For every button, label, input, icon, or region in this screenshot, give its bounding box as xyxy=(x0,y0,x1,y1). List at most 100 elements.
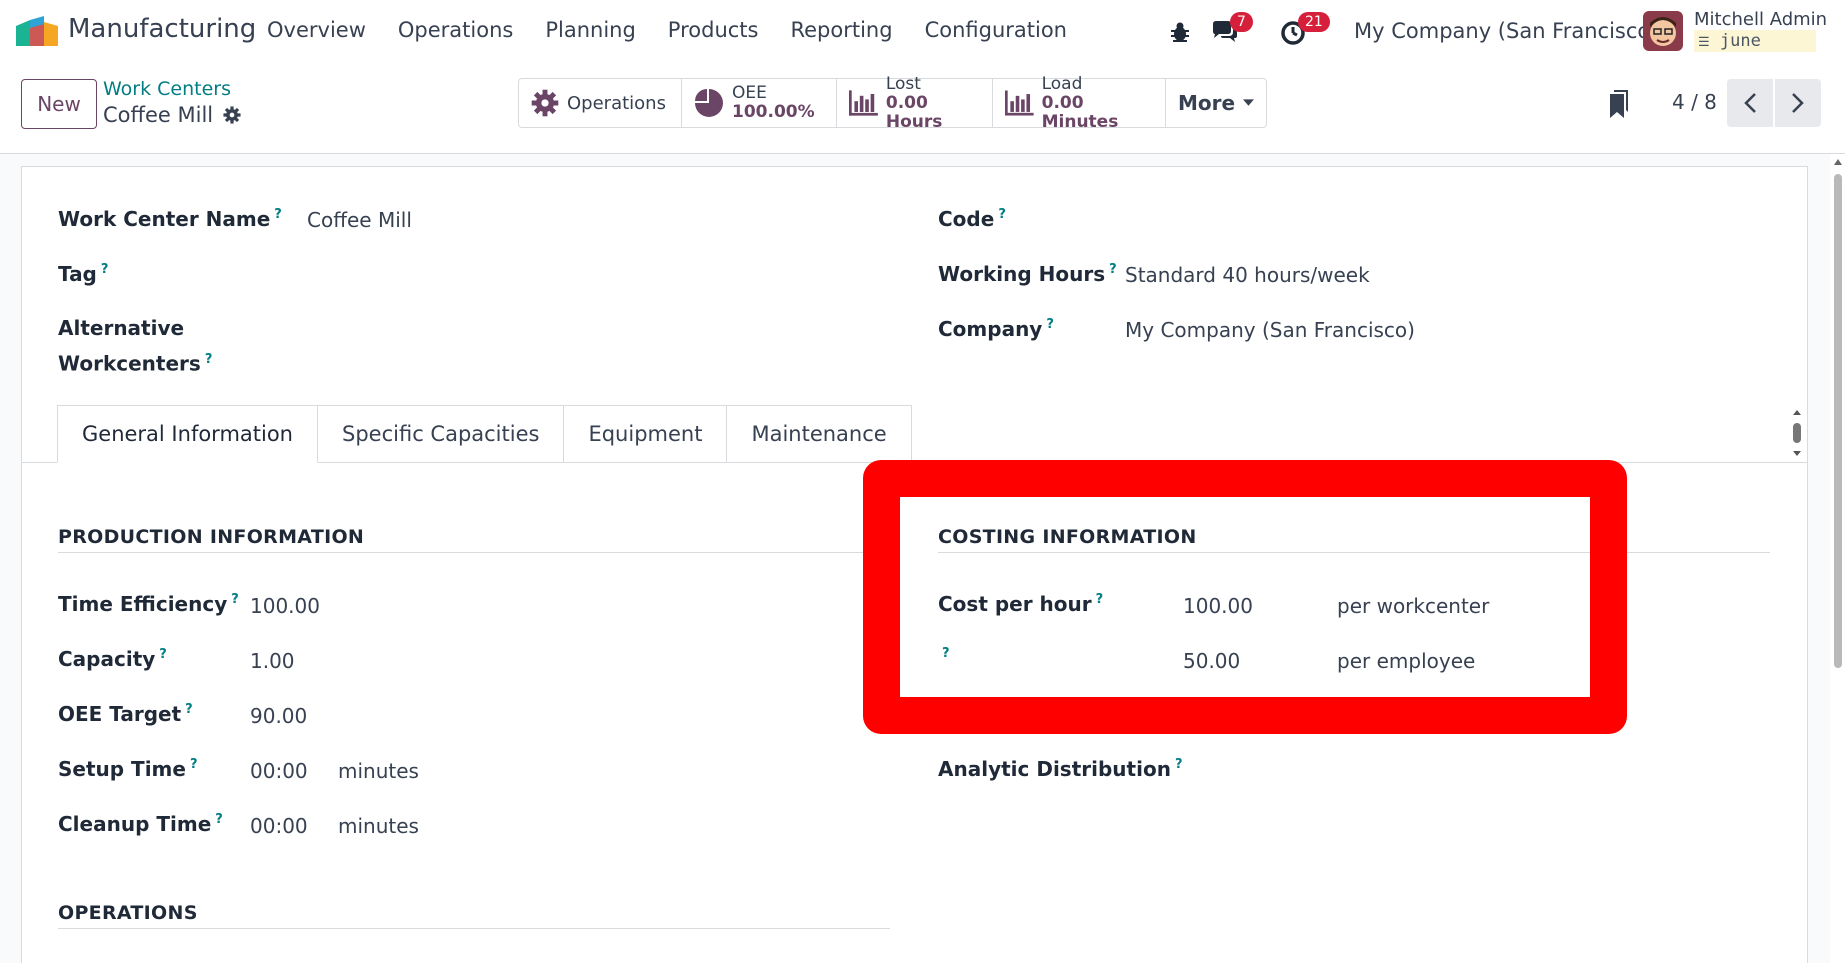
analytic-distribution-label: Analytic Distribution? xyxy=(938,757,1183,781)
help-icon[interactable]: ? xyxy=(159,647,167,662)
employee-cost-label: ? xyxy=(938,646,950,670)
tag-label: Tag? xyxy=(58,262,109,286)
pager-value[interactable]: 4 / 8 xyxy=(1672,90,1717,114)
activities-badge: 21 xyxy=(1298,12,1330,32)
help-icon[interactable]: ? xyxy=(185,702,193,717)
menu-products[interactable]: Products xyxy=(668,18,759,42)
bar-chart-icon xyxy=(1005,90,1034,116)
load-smart-button[interactable]: Load 0.00 Minutes xyxy=(993,74,1166,131)
gear-icon xyxy=(531,89,559,117)
user-avatar[interactable] xyxy=(1643,11,1683,51)
operations-smart-button[interactable]: Operations xyxy=(519,79,682,127)
top-navbar: Manufacturing Overview Operations Planni… xyxy=(0,0,1845,64)
gear-icon[interactable] xyxy=(223,106,241,124)
page-scrollbar[interactable] xyxy=(1830,154,1845,963)
operations-divider xyxy=(58,928,890,929)
messages-badge: 7 xyxy=(1230,12,1253,32)
pie-chart-icon xyxy=(695,89,723,117)
tab-equipment[interactable]: Equipment xyxy=(564,405,728,463)
capacity-label: Capacity? xyxy=(58,647,167,671)
database-icon: ☰ xyxy=(1698,35,1710,50)
user-name[interactable]: Mitchell Admin xyxy=(1694,9,1827,30)
chevron-right-icon xyxy=(1792,93,1804,113)
help-icon[interactable]: ? xyxy=(101,262,109,277)
menu-reporting[interactable]: Reporting xyxy=(790,18,892,42)
app-name[interactable]: Manufacturing xyxy=(68,14,256,44)
scrollbar-thumb[interactable] xyxy=(1834,174,1842,668)
lost-value: 0.00 Hours xyxy=(885,92,943,132)
operations-label: Operations xyxy=(567,92,666,114)
setup-time-label: Setup Time? xyxy=(58,757,198,781)
help-icon[interactable]: ? xyxy=(1175,757,1183,772)
lost-smart-button[interactable]: Lost 0.00 Hours xyxy=(837,74,993,131)
tag-field[interactable] xyxy=(307,258,807,290)
pager-buttons xyxy=(1727,79,1821,127)
bug-icon[interactable] xyxy=(1169,21,1191,43)
help-icon[interactable]: ? xyxy=(998,207,1006,222)
form-tabs: General Information Specific Capacities … xyxy=(57,405,912,463)
oee-target-field[interactable]: 90.00 xyxy=(250,704,307,728)
pager-previous-button[interactable] xyxy=(1727,79,1773,127)
form-sheet xyxy=(21,166,1808,963)
avatar-image xyxy=(1643,11,1683,51)
scroll-arrows-icon xyxy=(1793,410,1801,456)
cost-per-hour-label: Cost per hour? xyxy=(938,592,1104,616)
help-icon[interactable]: ? xyxy=(942,646,950,661)
tab-general-information[interactable]: General Information xyxy=(57,405,318,463)
cleanup-time-field[interactable]: 00:00 xyxy=(250,814,308,838)
setup-time-unit: minutes xyxy=(338,759,419,783)
help-icon[interactable]: ? xyxy=(205,352,213,367)
menu-configuration[interactable]: Configuration xyxy=(925,18,1067,42)
help-icon[interactable]: ? xyxy=(1096,592,1104,607)
tab-maintenance[interactable]: Maintenance xyxy=(727,405,912,463)
menu-overview[interactable]: Overview xyxy=(267,18,366,42)
inner-scrollbar[interactable] xyxy=(1790,408,1804,458)
setup-time-field[interactable]: 00:00 xyxy=(250,759,308,783)
scroll-up-icon xyxy=(1834,159,1842,165)
code-label: Code? xyxy=(938,207,1006,231)
more-dropdown[interactable]: More xyxy=(1166,79,1266,127)
more-label: More xyxy=(1178,91,1236,115)
oee-value: 100.00% xyxy=(732,102,815,122)
record-title: Coffee Mill xyxy=(103,103,241,127)
cost-per-workcenter-field[interactable]: 100.00 xyxy=(1183,594,1253,618)
load-label: Load xyxy=(1041,73,1083,94)
company-field[interactable]: My Company (San Francisco) xyxy=(1125,318,1415,342)
company-switcher[interactable]: My Company (San Francisco) xyxy=(1354,19,1658,43)
bookmark-icon[interactable] xyxy=(1608,90,1630,118)
help-icon[interactable]: ? xyxy=(231,592,239,607)
working-hours-field[interactable]: Standard 40 hours/week xyxy=(1125,263,1370,287)
production-information-title: PRODUCTION INFORMATION xyxy=(58,526,365,548)
tab-specific-capacities[interactable]: Specific Capacities xyxy=(318,405,565,463)
menu-planning[interactable]: Planning xyxy=(545,18,635,42)
help-icon[interactable]: ? xyxy=(274,207,282,222)
help-icon[interactable]: ? xyxy=(1046,317,1054,332)
code-field[interactable] xyxy=(1125,204,1765,236)
activities-button[interactable]: 21 xyxy=(1280,12,1340,48)
breadcrumb-work-centers[interactable]: Work Centers xyxy=(103,78,231,100)
alternative-workcenters-field[interactable] xyxy=(307,320,807,352)
cleanup-time-unit: minutes xyxy=(338,814,419,838)
bar-chart-icon xyxy=(849,90,878,116)
control-panel: New Work Centers Coffee Mill Operations … xyxy=(0,64,1845,154)
oee-label: OEE xyxy=(732,83,767,103)
new-button[interactable]: New xyxy=(21,79,97,129)
menu-operations[interactable]: Operations xyxy=(398,18,513,42)
analytic-distribution-field[interactable] xyxy=(1183,752,1763,786)
per-employee-label: per employee xyxy=(1337,649,1476,673)
capacity-field[interactable]: 1.00 xyxy=(250,649,295,673)
alternative-workcenters-label: Alternative Workcenters? xyxy=(58,316,213,376)
work-center-name-field[interactable]: Coffee Mill xyxy=(307,208,412,232)
messages-button[interactable]: 7 xyxy=(1210,12,1260,48)
pager-next-button[interactable] xyxy=(1775,79,1821,127)
help-icon[interactable]: ? xyxy=(190,757,198,772)
operations-section-title: OPERATIONS xyxy=(58,902,198,924)
oee-smart-button[interactable]: OEE 100.00% xyxy=(682,79,837,127)
time-efficiency-field[interactable]: 100.00 xyxy=(250,594,320,618)
help-icon[interactable]: ? xyxy=(215,812,223,827)
help-icon[interactable]: ? xyxy=(1109,262,1117,277)
manufacturing-app-icon[interactable] xyxy=(16,16,58,46)
cost-per-employee-field[interactable]: 50.00 xyxy=(1183,649,1240,673)
load-value: 0.00 Minutes xyxy=(1041,92,1119,132)
smart-buttons: Operations OEE 100.00% Lost 0.00 Hours L… xyxy=(518,74,1267,131)
